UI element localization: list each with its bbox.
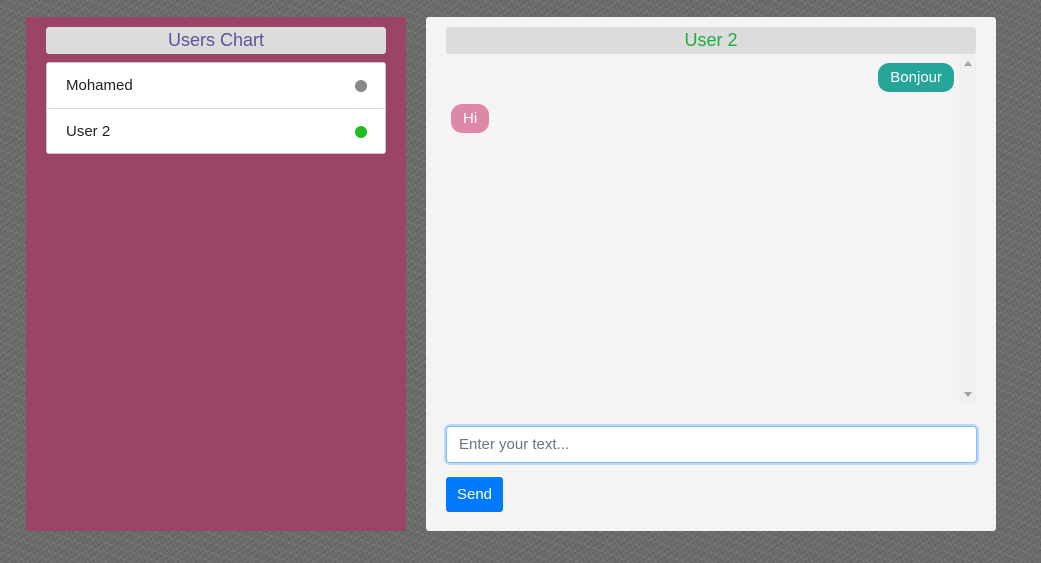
status-online-icon <box>355 126 367 138</box>
message-bubble-outgoing: Bonjour <box>878 63 954 92</box>
send-button[interactable]: Send <box>446 477 503 512</box>
user-name: User 2 <box>66 123 111 140</box>
users-panel: Users Chart Mohamed User 2 <box>26 17 406 531</box>
user-name: Mohamed <box>66 77 133 94</box>
message-input[interactable] <box>446 426 977 463</box>
user-list: Mohamed User 2 <box>46 62 386 154</box>
messages-scrollbar[interactable] <box>959 55 976 403</box>
user-list-item-user-2[interactable]: User 2 <box>47 108 385 153</box>
chat-panel: User 2 Bonjour Hi Send <box>426 17 996 531</box>
user-list-item-mohamed[interactable]: Mohamed <box>47 63 385 108</box>
scroll-down-arrow-icon[interactable] <box>964 392 972 397</box>
message-list[interactable]: Bonjour Hi <box>446 55 976 403</box>
message-bubble-incoming: Hi <box>451 104 490 133</box>
users-panel-title: Users Chart <box>46 27 386 54</box>
chat-title: User 2 <box>446 27 976 54</box>
scroll-up-arrow-icon[interactable] <box>964 61 972 66</box>
status-offline-icon <box>355 80 367 92</box>
